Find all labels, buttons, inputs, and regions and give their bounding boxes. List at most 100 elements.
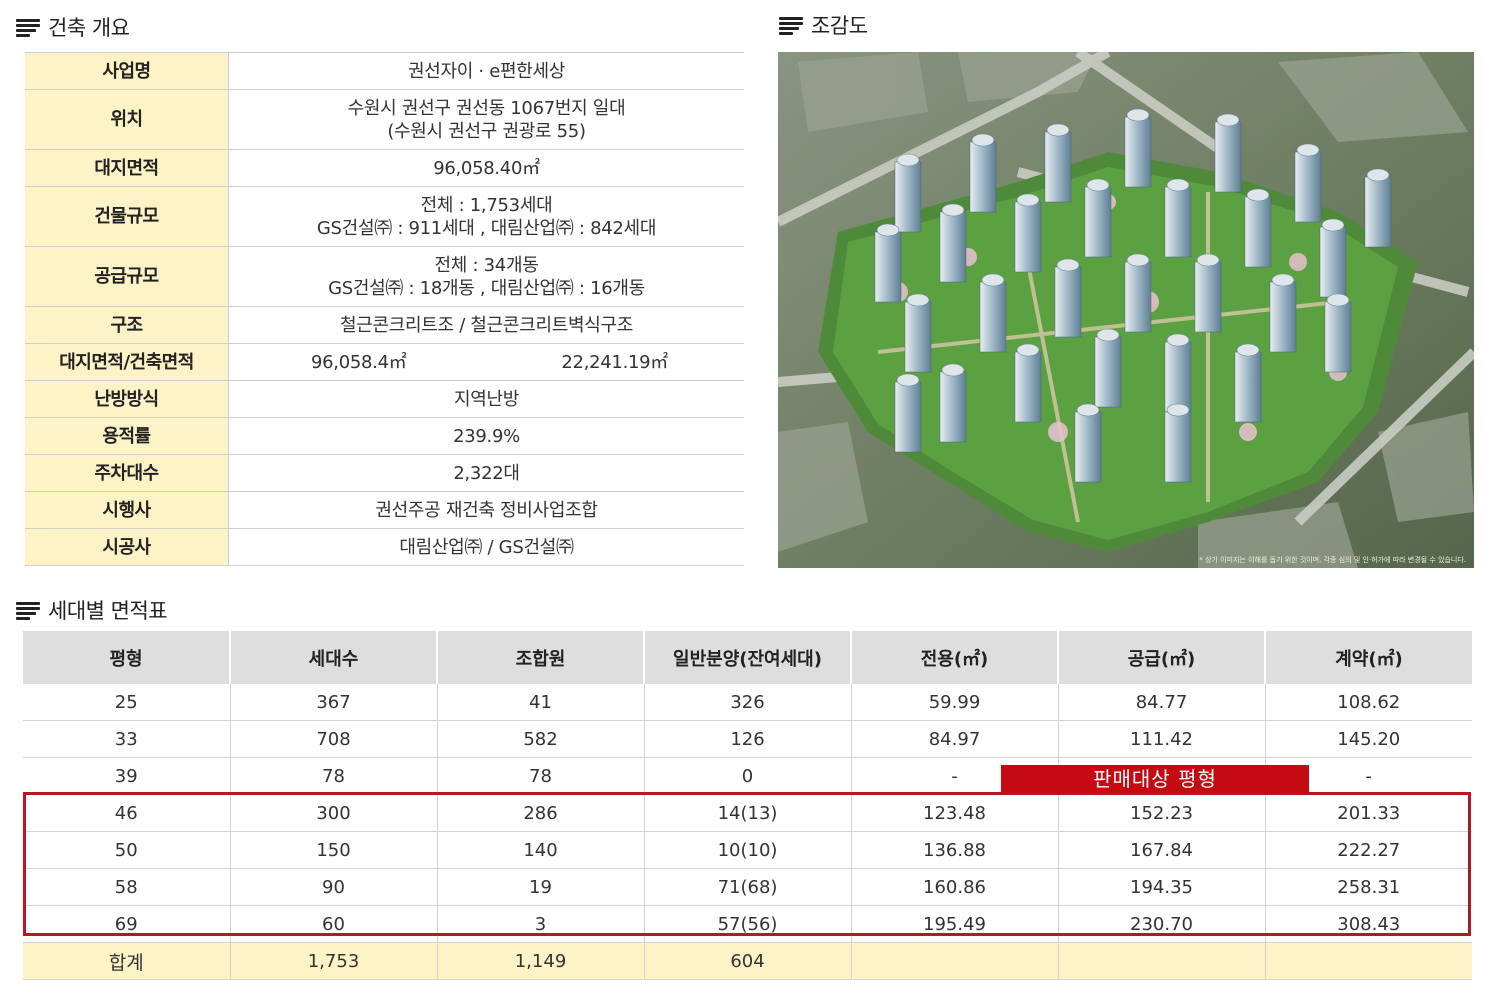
overview-row: 공급규모 전체 : 34개동 GS건설㈜ : 18개동 , 대림산업㈜ : 16개동 [25,246,744,307]
unit-cell: 90 [229,868,437,906]
tower-block [894,381,922,453]
unit-cell: 78 [436,757,644,795]
tower-block [1124,116,1152,188]
tower-roof [1126,108,1150,122]
overview-label: 공급규모 [25,246,229,307]
overview-value: 2,322대 [228,454,744,492]
unit-cell: 152.23 [1057,794,1265,832]
list-icon [16,18,40,37]
overview-value-line: 239.9% [453,425,520,447]
unit-table-header: 평형 세대수 조합원 일반분양(잔여세대) 전용(㎡) 공급(㎡) 계약(㎡) [23,631,1472,684]
tower-roof [876,223,900,237]
unit-cell: 201.33 [1264,794,1472,832]
unit-row: 25 367 41 326 59.99 84.77 108.62 [23,684,1472,721]
unit-cell: 167.84 [1057,831,1265,869]
unit-cell: 308.43 [1264,905,1472,943]
unit-cell: 71(68) [643,868,851,906]
unit-cell: 39 [23,757,230,795]
tower-block [1364,176,1392,248]
tower-roof [1236,343,1260,357]
tower-block [1294,151,1322,223]
tower-roof [981,273,1005,287]
tower-roof [906,293,930,307]
overview-value: 전체 : 1,753세대 GS건설㈜ : 911세대 , 대림산업㈜ : 842세… [228,186,744,247]
unit-cell: 230.70 [1057,905,1265,943]
overview-value: 권선자이 · e편한세상 [228,52,744,90]
tower-block [1164,186,1192,258]
birdseye-title-text: 조감도 [811,14,868,38]
unit-total-cell: 합계 [23,942,230,980]
unit-row: 46 300 286 14(13) 123.48 152.23 201.33 [23,794,1472,832]
unit-cell: 84.77 [1057,684,1265,721]
unit-header-cell: 계약(㎡) [1264,631,1472,684]
overview-label: 대지면적 [25,149,229,187]
unit-cell: 84.97 [850,720,1058,758]
overview-row: 구조 철근콘크리트조 / 철근콘크리트벽식구조 [25,306,744,344]
tower-roof [896,153,920,167]
overview-value: 철근콘크리트조 / 철근콘크리트벽식구조 [228,306,744,344]
unit-total-cell [1057,942,1265,980]
overview-row: 용적률 239.9% [25,417,744,455]
unit-row: 50 150 140 10(10) 136.88 167.84 222.27 [23,831,1472,869]
tower-roof [1096,328,1120,342]
overview-value-part: 96,058.4㎡ [311,351,407,373]
unit-cell: 50 [23,831,230,869]
unit-cell: 46 [23,794,230,832]
tower-block [1124,261,1152,333]
overview-value-line: GS건설㈜ : 18개동 , 대림산업㈜ : 16개동 [328,277,645,299]
unit-cell: 286 [436,794,644,832]
birdseye-title: 조감도 [779,10,868,40]
overview-value-line: 권선주공 재건축 정비사업조합 [375,499,598,521]
birdseye-image: * 상기 이미지는 이해를 돕기 위한 것이며, 각종 심의 및 인·허가에 따… [778,52,1474,568]
tower-block [904,301,932,373]
unit-cell: 10(10) [643,831,851,869]
sale-target-label: 판매대상 평형 [1001,765,1309,794]
overview-value-line: 96,058.40㎡ [433,157,540,179]
tower-roof [1321,218,1345,232]
unit-cell: 108.62 [1264,684,1472,721]
tower-roof [1366,168,1390,182]
overview-value-part: 22,241.19㎡ [561,351,668,373]
unit-cell: 126 [643,720,851,758]
unit-cell: 222.27 [1264,831,1472,869]
overview-value: 대림산업㈜ / GS건설㈜ [228,528,744,566]
overview-value: 전체 : 34개동 GS건설㈜ : 18개동 , 대림산업㈜ : 16개동 [228,246,744,307]
list-icon [16,601,40,620]
unit-total-cell: 1,149 [436,942,644,980]
unit-cell: 300 [229,794,437,832]
unit-cell: 708 [229,720,437,758]
overview-value-line: (수원시 권선구 권광로 55) [387,120,586,142]
unit-cell: 58 [23,868,230,906]
unit-cell: 136.88 [850,831,1058,869]
tower-block [1214,121,1242,193]
unit-cell: 41 [436,684,644,721]
overview-label: 시행사 [25,491,229,529]
overview-row: 건물규모 전체 : 1,753세대 GS건설㈜ : 911세대 , 대림산업㈜ : … [25,186,744,247]
tower-block [1094,336,1122,408]
tower-roof [941,363,965,377]
overview-label: 건물규모 [25,186,229,247]
overview-value-line: GS건설㈜ : 911세대 , 대림산업㈜ : 842세대 [316,217,657,239]
tower-block [1244,196,1272,268]
unit-total-cell: 1,753 [229,942,437,980]
tower-block [1164,341,1192,413]
unit-row: 33 708 582 126 84.97 111.42 145.20 [23,720,1472,758]
tower-block [874,231,902,303]
unit-cell: 78 [229,757,437,795]
tower-roof [896,373,920,387]
unit-total-row: 합계 1,753 1,149 604 [23,942,1472,980]
overview-value: 96,058.40㎡ [228,149,744,187]
unit-cell: 33 [23,720,230,758]
tower-block [969,141,997,213]
unit-cell: 582 [436,720,644,758]
unit-cell: 25 [23,684,230,721]
overview-table: 사업명 권선자이 · e편한세상 위치 수원시 권선구 권선동 1067번지 일대 (수… [25,52,744,566]
birdseye-caption: * 상기 이미지는 이해를 돕기 위한 것이며, 각종 심의 및 인·허가에 따… [1199,555,1466,564]
unit-cell: 57(56) [643,905,851,943]
overview-label: 사업명 [25,52,229,90]
tower-roof [1126,253,1150,267]
tower-roof [1056,258,1080,272]
units-title-text: 세대별 면적표 [48,599,168,623]
tower-roof [1326,293,1350,307]
overview-row: 난방방식 지역난방 [25,380,744,418]
